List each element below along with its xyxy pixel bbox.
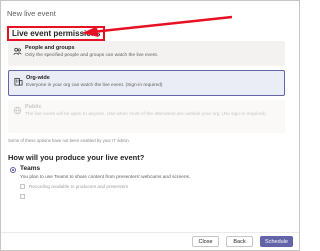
globe-icon (13, 106, 22, 115)
permissions-heading: Live event permissions (7, 26, 106, 41)
recording-checkbox[interactable] (20, 184, 25, 189)
second-checkbox[interactable] (20, 194, 25, 199)
footer-divider (1, 232, 299, 233)
close-button[interactable]: Close (192, 236, 219, 247)
option-people-and-groups[interactable]: People and groups Only the specified peo… (8, 41, 285, 66)
option-org-wide[interactable]: Org-wide Everyone in your org can watch … (8, 70, 285, 96)
admin-note: Some of these options have not been enab… (8, 138, 130, 143)
option-description: Everyone in your org can watch the live … (26, 83, 163, 88)
option-title: Public (25, 104, 42, 110)
teams-description: You plan to use Teams to share content f… (20, 175, 191, 180)
schedule-button[interactable]: Schedule (260, 236, 293, 247)
dialog-window: New live event Live event permissions Pe… (0, 0, 300, 251)
people-icon (13, 47, 22, 55)
dialog-title: New live event (7, 9, 56, 18)
teams-label: Teams (20, 165, 41, 172)
teams-radio[interactable] (10, 167, 16, 173)
option-title: Org-wide (26, 75, 50, 81)
building-icon (14, 77, 23, 86)
produce-question: How will you produce your live event? (8, 153, 145, 162)
back-button[interactable]: Back (226, 236, 253, 247)
option-description: The live event will be open to anyone. U… (25, 112, 266, 117)
option-description: Only the specified people and groups can… (25, 53, 159, 58)
recording-checkbox-label: Recording available to producers and pre… (29, 184, 129, 189)
option-public: Public The live event will be open to an… (8, 100, 285, 133)
option-title: People and groups (25, 45, 75, 51)
